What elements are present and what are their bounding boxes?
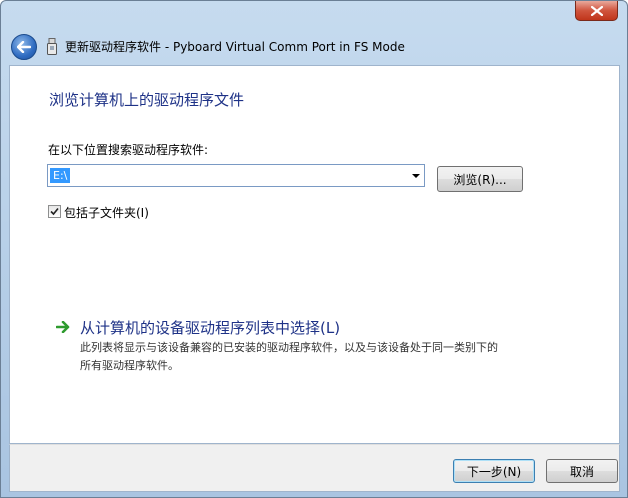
close-button[interactable] <box>575 1 618 21</box>
content-panel <box>9 65 620 444</box>
path-combobox[interactable]: E:\ <box>47 164 425 187</box>
window-title: 更新驱动程序软件 - Pyboard Virtual Comm Port in … <box>65 40 405 54</box>
include-subfolders-checkbox[interactable] <box>48 205 61 218</box>
pick-from-list-link[interactable]: 从计算机的设备驱动程序列表中选择(L) <box>80 317 340 338</box>
green-arrow-icon <box>56 321 70 333</box>
close-icon <box>590 5 603 16</box>
description-line-2: 所有驱动程序软件。 <box>80 359 179 372</box>
path-value[interactable]: E:\ <box>50 168 71 183</box>
include-subfolders-label[interactable]: 包括子文件夹(I) <box>64 204 149 221</box>
back-arrow-icon <box>17 41 31 53</box>
next-button[interactable]: 下一步(N) <box>453 459 535 483</box>
pick-from-list-description: 此列表将显示与该设备兼容的已安装的驱动程序软件，以及与该设备处于同一类别下的 所… <box>80 339 560 375</box>
checkmark-icon <box>50 207 59 216</box>
search-location-label: 在以下位置搜索驱动程序软件: <box>48 143 209 157</box>
cancel-button[interactable]: 取消 <box>546 459 618 483</box>
description-line-1: 此列表将显示与该设备兼容的已安装的驱动程序软件，以及与该设备处于同一类别下的 <box>80 341 498 354</box>
back-button[interactable] <box>11 34 37 60</box>
page-heading: 浏览计算机上的驱动程序文件 <box>49 91 245 109</box>
usb-device-icon <box>47 38 57 55</box>
browse-button[interactable]: 浏览(R)... <box>437 166 523 192</box>
chevron-down-icon[interactable] <box>412 174 420 178</box>
wizard-window: 更新驱动程序软件 - Pyboard Virtual Comm Port in … <box>0 0 628 498</box>
